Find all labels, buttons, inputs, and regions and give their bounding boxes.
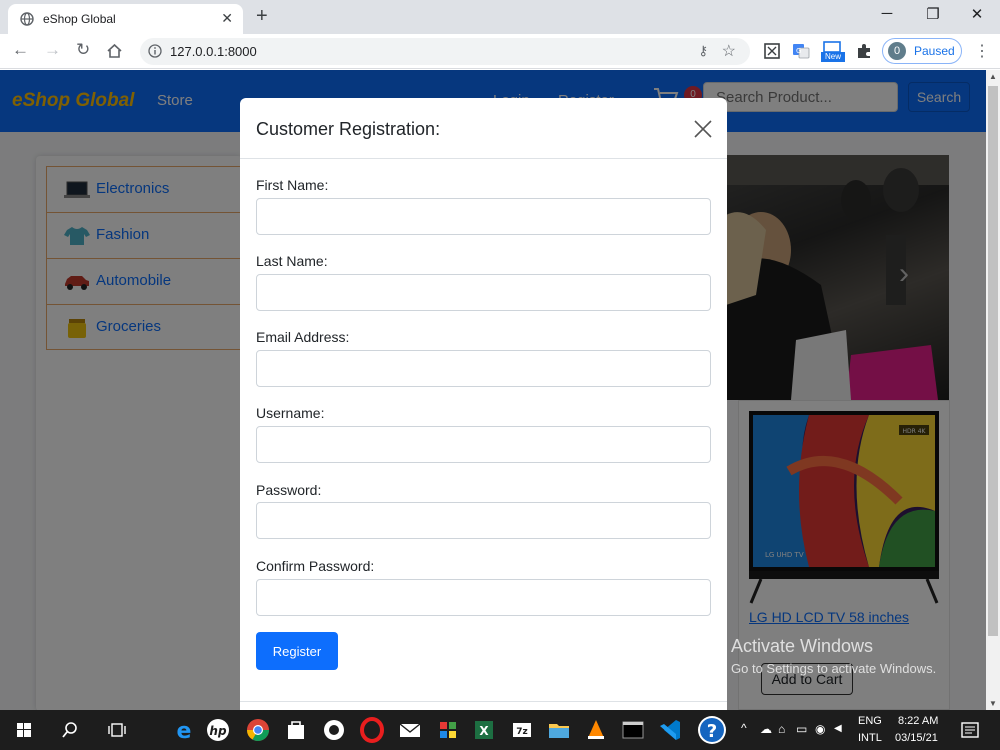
chrome-icon[interactable] [244, 716, 272, 744]
file-explorer-icon[interactable] [545, 716, 573, 744]
store-bag-icon[interactable] [282, 716, 310, 744]
svg-text:?: ? [707, 721, 717, 742]
profile-status: Paused [914, 44, 955, 58]
onedrive-cloud-icon[interactable]: ☁ [760, 722, 772, 736]
clock-date[interactable]: 03/15/21 [895, 732, 938, 744]
close-icon[interactable] [692, 118, 714, 140]
email-label: Email Address: [256, 329, 350, 345]
search-icon[interactable] [56, 716, 84, 744]
info-icon[interactable] [148, 44, 162, 58]
back-icon[interactable]: ← [12, 40, 29, 60]
excel-icon[interactable]: X [470, 716, 498, 744]
network-icon[interactable]: ⌂ [778, 722, 785, 736]
new-extension-icon[interactable]: New [821, 40, 845, 62]
windows-taskbar: e hp X 7z ? ^ ☁ ⌂ ▭ ◉ ◀ ENG INTL 8:22 AM… [0, 710, 1000, 750]
profile-button[interactable]: 0 Paused [882, 38, 962, 64]
svg-text:G: G [796, 47, 801, 55]
svg-text:hp: hp [209, 724, 227, 738]
password-input[interactable] [256, 502, 711, 539]
7zip-icon[interactable]: 7z [508, 716, 536, 744]
page-viewport: eShop Global Store Login Register 0 Sear… [0, 70, 986, 710]
bookmark-star-icon[interactable]: ☆ [722, 41, 736, 61]
scroll-up-icon[interactable]: ▲ [989, 72, 997, 81]
watermark-title: Activate Windows [731, 636, 874, 656]
browser-tab[interactable]: eShop Global ✕ [8, 4, 243, 34]
language-layout[interactable]: INTL [858, 732, 882, 744]
watermark-subtitle: Go to Settings to activate Windows. [731, 661, 937, 676]
modal-header: Customer Registration: [240, 98, 727, 159]
page-scrollbar[interactable]: ▲ ▼ [986, 70, 1000, 710]
globe-icon [20, 12, 34, 26]
forward-icon[interactable]: → [44, 40, 61, 60]
svg-text:X: X [479, 724, 489, 738]
modal-footer-divider [240, 701, 727, 702]
extension-box-icon[interactable] [763, 42, 781, 60]
terminal-icon[interactable] [619, 716, 647, 744]
app-grid-icon[interactable] [434, 716, 462, 744]
password-label: Password: [256, 482, 322, 498]
edge-icon[interactable]: e [170, 716, 198, 744]
tab-title: eShop Global [43, 12, 116, 26]
chrome-tray-icon[interactable]: ◉ [815, 722, 825, 736]
vscode-icon[interactable] [656, 716, 684, 744]
mail-icon[interactable] [396, 716, 424, 744]
task-view-icon[interactable] [103, 716, 131, 744]
confirm-password-input[interactable] [256, 579, 711, 616]
scroll-down-icon[interactable]: ▼ [989, 699, 997, 708]
email-input[interactable] [256, 350, 711, 387]
windows-start-icon[interactable] [10, 716, 38, 744]
svg-text:7z: 7z [516, 727, 528, 737]
tray-chevron-icon[interactable]: ^ [741, 721, 747, 735]
browser-tab-bar: eShop Global ✕ + ─ ❐ ✕ [0, 0, 1000, 34]
url-text[interactable]: 127.0.0.1:8000 [170, 44, 257, 59]
reload-icon[interactable]: ↻ [76, 40, 90, 60]
username-label: Username: [256, 405, 325, 421]
first-name-input[interactable] [256, 198, 711, 235]
activate-windows-watermark: Activate Windows Go to Settings to activ… [731, 636, 936, 676]
confirm-password-label: Confirm Password: [256, 558, 375, 574]
close-window-button[interactable]: ✕ [962, 5, 992, 23]
browser-toolbar: ← → ↻ 127.0.0.1:8000 ⚷ ☆ G New 0 Paused … [0, 34, 1000, 69]
puzzle-icon[interactable] [855, 42, 873, 60]
registration-modal: Customer Registration: First Name: Last … [240, 98, 727, 710]
vlc-icon[interactable] [582, 716, 610, 744]
new-tab-button[interactable]: + [256, 5, 268, 28]
home-icon[interactable] [106, 43, 123, 59]
language-code[interactable]: ENG [858, 715, 882, 727]
notifications-icon[interactable] [956, 716, 984, 744]
help-icon[interactable]: ? [696, 714, 728, 746]
username-input[interactable] [256, 426, 711, 463]
last-name-input[interactable] [256, 274, 711, 311]
svg-text:e: e [177, 719, 192, 744]
clock-time[interactable]: 8:22 AM [898, 715, 938, 727]
opera-icon[interactable] [358, 716, 386, 744]
key-icon[interactable]: ⚷ [698, 43, 708, 59]
register-submit-button[interactable]: Register [256, 632, 338, 670]
new-badge: New [821, 52, 845, 62]
menu-kebab-icon[interactable]: ⋮ [974, 41, 990, 61]
hp-icon[interactable]: hp [204, 716, 232, 744]
volume-icon[interactable]: ◀ [834, 723, 842, 734]
minimize-button[interactable]: ─ [872, 5, 902, 22]
scroll-thumb[interactable] [988, 86, 998, 636]
tab-close-icon[interactable]: ✕ [221, 10, 233, 27]
first-name-label: First Name: [256, 177, 329, 193]
last-name-label: Last Name: [256, 253, 328, 269]
restore-button[interactable]: ❐ [918, 5, 948, 23]
avatar: 0 [888, 42, 906, 60]
translate-icon[interactable]: G [792, 42, 810, 60]
modal-title: Customer Registration: [256, 119, 441, 139]
address-bar[interactable]: 127.0.0.1:8000 ⚷ ☆ [140, 38, 750, 65]
battery-icon[interactable]: ▭ [796, 722, 807, 736]
webcam-app-icon[interactable] [320, 716, 348, 744]
